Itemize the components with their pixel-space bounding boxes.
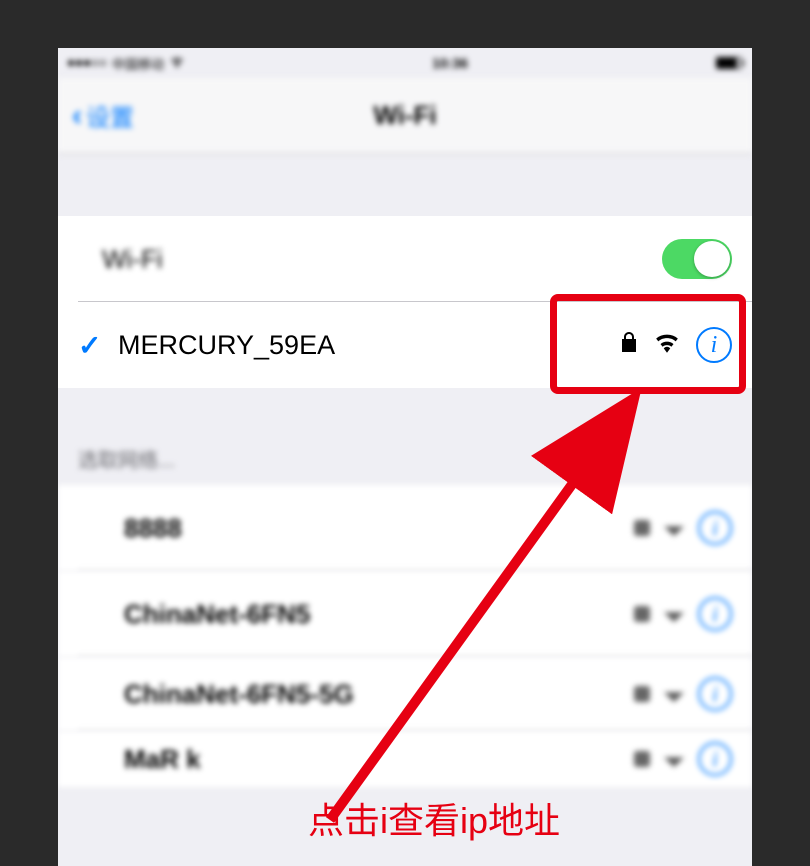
network-row[interactable]: 8888 i — [58, 485, 752, 571]
checkmark-icon: ✓ — [78, 329, 118, 362]
info-icon[interactable]: i — [698, 742, 732, 776]
info-icon[interactable]: i — [696, 327, 732, 363]
lock-icon — [634, 606, 650, 622]
connected-network-name: MERCURY_59EA — [118, 330, 620, 361]
network-name: ChinaNet-6FN5-5G — [124, 679, 634, 710]
network-icons: i — [620, 327, 732, 363]
status-bar: 中国移动 10:36 — [58, 48, 752, 78]
network-row[interactable]: ChinaNet-6FN5 i — [58, 571, 752, 657]
phone-screen: 中国移动 10:36 ‹ 设置 Wi-Fi Wi-Fi ✓ — [58, 48, 752, 866]
other-networks-header: 选取网络... — [58, 438, 752, 485]
lock-icon — [634, 686, 650, 702]
network-name: 8888 — [124, 513, 634, 544]
status-time: 10:36 — [432, 55, 468, 71]
network-row[interactable]: ChinaNet-6FN5-5G i — [58, 657, 752, 731]
lock-icon — [634, 751, 650, 767]
nav-bar: ‹ 设置 Wi-Fi — [58, 78, 752, 154]
info-icon[interactable]: i — [698, 511, 732, 545]
signal-dots-icon — [68, 60, 106, 66]
wifi-toggle-label: Wi-Fi — [102, 244, 662, 275]
network-row[interactable]: MaR k i — [58, 731, 752, 787]
back-label: 设置 — [86, 98, 134, 133]
page-title: Wi-Fi — [373, 100, 436, 131]
wifi-signal-icon — [654, 333, 680, 358]
wifi-signal-icon — [664, 606, 684, 622]
lock-icon — [620, 331, 638, 359]
wifi-toggle-row: Wi-Fi — [58, 216, 752, 302]
wifi-signal-icon — [664, 751, 684, 767]
network-name: MaR k — [124, 744, 634, 775]
status-right — [716, 57, 742, 69]
wifi-toggle-switch[interactable] — [662, 239, 732, 279]
battery-icon — [716, 57, 742, 69]
wifi-signal-icon — [664, 686, 684, 702]
wifi-signal-icon — [664, 520, 684, 536]
status-left: 中国移动 — [68, 54, 184, 73]
carrier-label: 中国移动 — [112, 54, 164, 73]
info-icon[interactable]: i — [698, 677, 732, 711]
back-button[interactable]: ‹ 设置 — [72, 98, 134, 133]
network-name: ChinaNet-6FN5 — [124, 599, 634, 630]
info-icon[interactable]: i — [698, 597, 732, 631]
wifi-status-icon — [170, 55, 184, 71]
connected-network-row[interactable]: ✓ MERCURY_59EA i — [58, 302, 752, 388]
content-area: Wi-Fi ✓ MERCURY_59EA i 选取网络... 88 — [58, 154, 752, 787]
chevron-left-icon: ‹ — [72, 99, 82, 133]
lock-icon — [634, 520, 650, 536]
